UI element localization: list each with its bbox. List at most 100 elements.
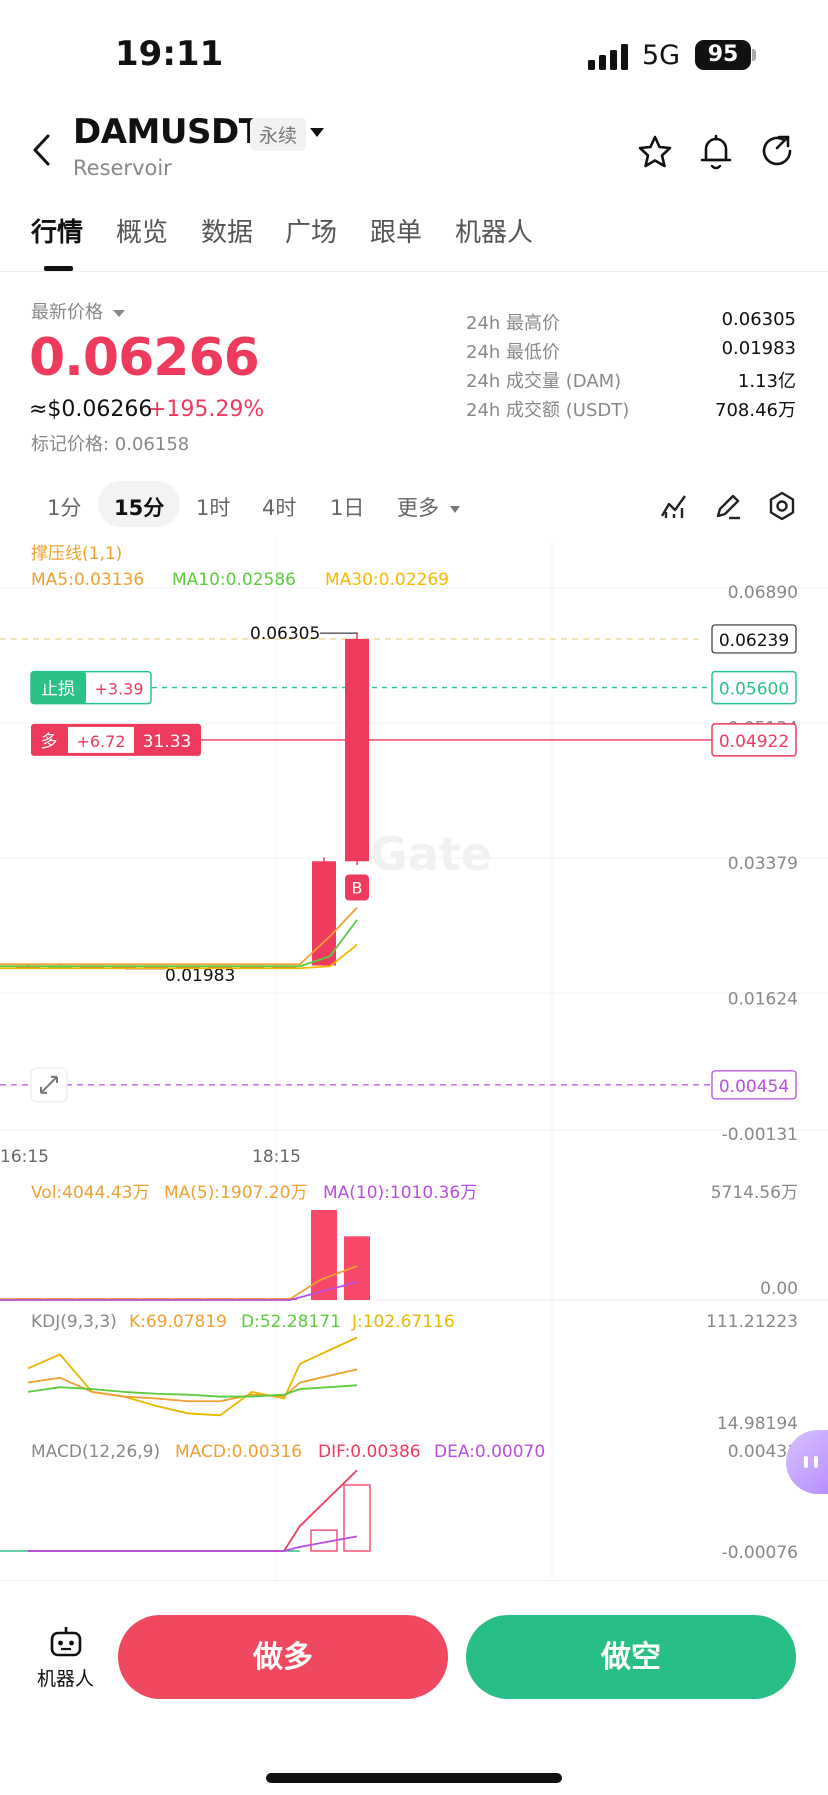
signal-icon: [588, 44, 632, 70]
stat-value-high: 0.06305: [721, 309, 796, 330]
alert-price: 0.00454: [719, 1077, 789, 1097]
stat-label-high: 24h 最高价: [466, 313, 561, 334]
kdj-label: J:102.67116: [351, 1312, 455, 1332]
ma30-label: MA30:0.02269: [325, 570, 449, 590]
position-side: 多: [41, 732, 58, 752]
usd-price: ≈$0.06266: [29, 397, 153, 422]
stat-label-low: 24h 最低价: [466, 342, 561, 363]
short-button[interactable]: 做空: [466, 1615, 796, 1699]
volume-label: MA(5):1907.20万: [164, 1183, 307, 1203]
high-marker: 0.06305: [250, 624, 320, 644]
draw-tool-icon[interactable]: [714, 492, 742, 520]
last-price-label[interactable]: 最新价格: [31, 298, 103, 324]
timeframe-15m[interactable]: 15分: [114, 492, 164, 522]
robot-label[interactable]: 机器人: [37, 1664, 94, 1691]
last-price-tag: 0.06239: [719, 631, 789, 651]
tab-robot[interactable]: 机器人: [455, 212, 533, 249]
buy-marker: B: [352, 879, 363, 898]
macd-dea-line: [28, 1535, 358, 1552]
symbol-dropdown-icon[interactable]: [308, 125, 326, 139]
price-chart[interactable]: Gate 撑压线(1,1) MA5:0.03136 MA10:0.02586 MA30:…: [0, 540, 828, 1580]
status-time: 19:11: [115, 34, 224, 74]
candle-body: [345, 638, 369, 862]
ma10-line: [0, 919, 358, 968]
ma5-line: [0, 906, 358, 966]
robot-icon[interactable]: [49, 1625, 83, 1659]
mark-price: 标记价格: 0.06158: [31, 434, 190, 455]
stat-value-turnover: 708.46万: [715, 400, 796, 421]
last-price-dropdown-icon[interactable]: [112, 304, 126, 317]
y-axis-tick: -0.00131: [722, 1125, 798, 1145]
home-indicator: [266, 1773, 562, 1783]
tab-copy-trading[interactable]: 跟单: [370, 212, 422, 249]
volume-label: MA(10):1010.36万: [323, 1183, 477, 1203]
chart-settings-icon[interactable]: [767, 491, 797, 521]
long-button[interactable]: 做多: [118, 1615, 448, 1699]
assistant-bubble[interactable]: [786, 1430, 828, 1494]
stop-loss-pnl: +3.39: [94, 680, 143, 699]
macd-histogram-bar: [343, 1484, 371, 1552]
macd-y-tick: -0.00076: [722, 1543, 798, 1563]
volume-y-tick: 5714.56万: [711, 1183, 798, 1203]
macd-label: MACD(12,26,9): [31, 1442, 160, 1462]
position-price: 0.04922: [719, 732, 789, 752]
ma10-label: MA10:0.02586: [172, 570, 296, 590]
timeframe-more[interactable]: 更多: [397, 492, 439, 522]
tab-market[interactable]: 行情: [31, 212, 83, 249]
tab-overview[interactable]: 概览: [116, 212, 168, 249]
stop-loss-price: 0.05600: [719, 680, 789, 700]
ma5-label: MA5:0.03136: [31, 570, 144, 590]
bottom-divider: [0, 1580, 828, 1581]
timeframe-1h[interactable]: 1时: [196, 492, 230, 522]
kdj-label: K:69.07819: [129, 1312, 227, 1332]
battery-indicator: 95: [695, 40, 751, 70]
back-icon[interactable]: [30, 132, 54, 168]
stat-label-turnover: 24h 成交额 (USDT): [466, 400, 630, 421]
indicator-icon[interactable]: [660, 492, 688, 520]
macd-label: DIF:0.00386: [318, 1442, 421, 1462]
x-axis-tick: 16:15: [0, 1147, 49, 1167]
timeframe-1m[interactable]: 1分: [47, 492, 81, 522]
volume-y-tick: 0.00: [760, 1279, 798, 1299]
bell-icon[interactable]: [698, 132, 734, 170]
network-type: 5G: [642, 40, 681, 71]
kdj-label: KDJ(9,3,3): [31, 1312, 117, 1332]
stat-value-volume: 1.13亿: [737, 371, 796, 392]
stop-loss-label: 止损: [41, 680, 75, 700]
contract-type-badge[interactable]: 永续: [250, 118, 307, 151]
price-change-percent: +195.29%: [148, 397, 265, 422]
volume-ma5-line: [0, 1265, 358, 1300]
watermark-text: Gate: [370, 827, 492, 881]
timeframe-4h[interactable]: 4时: [262, 492, 296, 522]
volume-bar: [344, 1236, 370, 1300]
stat-value-low: 0.01983: [721, 338, 796, 359]
tabs-divider: [0, 271, 828, 272]
y-axis-tick: 0.01624: [728, 990, 798, 1010]
kdj-label: D:52.28171: [241, 1312, 341, 1332]
volume-bar: [311, 1210, 337, 1300]
symbol-name: Reservoir: [73, 156, 172, 180]
battery-tip: [752, 49, 756, 61]
timeframe-1d[interactable]: 1日: [330, 492, 364, 522]
kdj-j-line: [27, 1336, 358, 1417]
kdj-d-line: [27, 1384, 358, 1398]
last-price: 0.06266: [29, 328, 260, 388]
share-icon[interactable]: [760, 133, 796, 169]
macd-label: MACD:0.00316: [175, 1442, 302, 1462]
stat-label-volume: 24h 成交量 (DAM): [466, 371, 622, 392]
position-size: 31.33: [143, 732, 192, 752]
volume-label: Vol:4044.43万: [31, 1183, 149, 1203]
macd-label: DEA:0.00070: [434, 1442, 545, 1462]
more-dropdown-icon[interactable]: [449, 500, 461, 513]
indicator-title: 撑压线(1,1): [31, 544, 122, 564]
x-axis-tick: 18:15: [252, 1147, 301, 1167]
macd-dif-line: [28, 1469, 358, 1552]
kdj-y-tick: 111.21223: [706, 1312, 798, 1332]
y-axis-tick: 0.03379: [728, 854, 798, 874]
tab-data[interactable]: 数据: [201, 212, 253, 249]
tab-square[interactable]: 广场: [285, 212, 337, 249]
symbol-title[interactable]: DAMUSDT: [73, 112, 262, 152]
y-axis-tick: 0.06890: [728, 583, 798, 603]
star-icon[interactable]: [637, 134, 673, 170]
position-pnl: +6.72: [76, 732, 125, 751]
